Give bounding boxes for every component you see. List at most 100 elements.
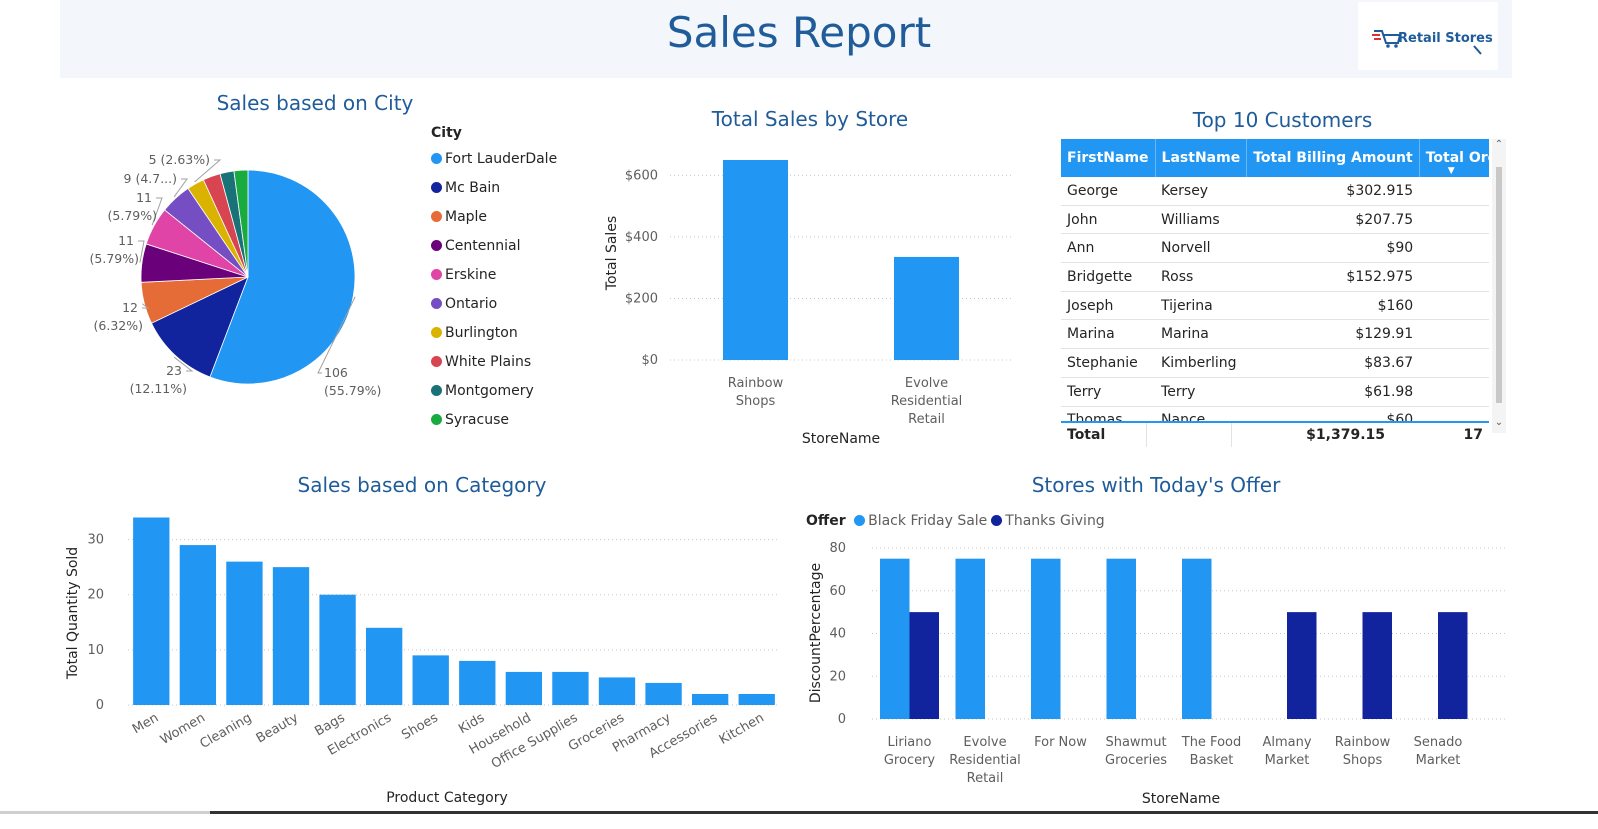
table-row[interactable]: BridgetteRoss$152.9752 [1061,262,1489,292]
legend-item-fort-lauderdale[interactable]: Fort LauderDale [431,149,557,178]
legend-item-burlington[interactable]: Burlington [431,323,557,352]
legend-item-erskine[interactable]: Erskine [431,265,557,294]
col-firstname-header[interactable]: FirstName [1061,139,1156,177]
legend-dot-icon [991,515,1003,526]
category-bar-kids[interactable] [459,660,496,705]
offer-x-tick: Groceries [1105,753,1167,768]
total-amount: $1,379.15 [1306,427,1385,443]
cell-orders: 4 [1419,177,1489,206]
table-row[interactable]: TerryTerry$61.981 [1061,377,1489,407]
scroll-down-icon[interactable]: ⌄ [1492,417,1506,428]
category-x-tick: Kitchen [717,710,767,747]
col-lastname-header[interactable]: LastName [1155,139,1248,177]
pie-data-label: 11 [136,190,152,205]
cell-billing: $207.75 [1246,205,1420,235]
table-row[interactable]: AnnNorvell$902 [1061,233,1489,264]
category-bar-women[interactable] [179,545,217,705]
category-bar-cleaning[interactable] [226,561,263,705]
offer-x-tick: Shawmut [1105,735,1166,750]
store-bar-evolve-residential-retail[interactable] [894,256,959,360]
offer-bar-senado-market-thanks-giving[interactable] [1438,612,1468,719]
cart-icon: Retail Stores [1372,30,1493,55]
offer-legend-title: Offer [806,513,846,529]
offer-bar-for-now-black-friday-sale[interactable] [1031,558,1061,719]
table-row[interactable]: GeorgeKersey$302.9154 [1061,177,1489,206]
legend-label: Burlington [445,325,518,341]
offer-bar-liriano-grocery-black-friday-sale[interactable] [880,558,910,719]
offer-bar-evolve-residential-retail-black-friday-sale[interactable] [955,558,986,719]
scroll-up-icon[interactable]: ⌃ [1492,139,1506,150]
cell-lastname: Kersey [1155,177,1247,206]
offer-legend-item-black-friday-sale[interactable]: Black Friday Sale [854,513,987,529]
legend-item-mc-bain[interactable]: Mc Bain [431,178,557,207]
cell-billing: $302.915 [1246,177,1420,206]
city-pie-chart: 106 (55.79%) 23 (12.11%) 12 (6.32%) 11 (5.79%) 1… [90,152,382,398]
category-bar-household[interactable] [505,671,543,705]
total-divider [1146,423,1147,447]
cell-firstname: Terry [1061,377,1156,407]
category-bar-accessories[interactable] [691,693,729,705]
legend-item-centennial[interactable]: Centennial [431,236,557,265]
category-bar-men[interactable] [133,517,170,705]
legend-label: Thanks Giving [1005,513,1105,529]
offer-bar-shawmut-groceries-black-friday-sale[interactable] [1106,558,1137,719]
offer-bar-liriano-grocery-thanks-giving[interactable] [909,612,940,719]
pie-data-label: (6.32%) [94,318,143,333]
category-bar-beauty[interactable] [272,567,310,705]
legend-item-white-plains[interactable]: White Plains [431,352,557,381]
offer-bar-rainbow-shops-thanks-giving[interactable] [1362,612,1393,719]
cell-firstname: Joseph [1061,291,1156,321]
category-bar-kitchen[interactable] [738,693,775,705]
category-bar-bags[interactable] [319,594,356,705]
cell-billing: $61.98 [1246,377,1420,407]
category-sales-chart: 0102030 MenWomenCleaning Beauty BagsElectr… [65,517,780,806]
store-x-tick: Evolve [905,376,948,391]
offer-legend-item-thanks-giving[interactable]: Thanks Giving [991,513,1105,529]
legend-label: White Plains [445,354,532,370]
customers-title: Top 10 Customers [1192,108,1373,132]
cell-firstname: Bridgette [1061,262,1156,292]
scrollbar-thumb[interactable] [1496,167,1502,403]
legend-item-montgomery[interactable]: Montgomery [431,381,557,410]
category-bar-electronics[interactable] [365,627,403,705]
store-y-axis-label: Total Sales [604,216,620,291]
table-row[interactable]: JosephTijerina$1601 [1061,291,1489,321]
category-bar-office-supplies[interactable] [552,671,589,705]
category-y-axis-label: Total Quantity Sold [65,547,81,680]
legend-item-syracuse[interactable]: Syracuse [431,410,557,439]
cell-orders: 1 [1419,377,1489,407]
footer-scroll-indicator[interactable] [210,811,1598,814]
col-billing-header[interactable]: Total Billing Amount [1246,139,1420,177]
store-x-tick: Retail [908,412,945,427]
category-bar-shoes[interactable] [412,655,449,705]
table-row[interactable]: MarinaMarina$129.911 [1061,319,1489,350]
cell-orders: 3 [1419,205,1489,235]
offer-x-tick: Market [1416,753,1461,768]
legend-item-maple[interactable]: Maple [431,207,557,236]
legend-dot-icon [431,414,442,425]
legend-label: Montgomery [445,383,534,399]
category-bar-pharmacy[interactable] [645,682,682,705]
legend-item-ontario[interactable]: Ontario [431,294,557,323]
category-bar-groceries[interactable] [598,677,636,705]
legend-dot-icon [431,327,442,338]
legend-dot-icon [431,153,442,164]
pie-data-label: 11 [118,233,134,248]
offer-bar-the-food-basket-black-friday-sale[interactable] [1182,558,1212,719]
table-row[interactable]: StephanieKimberling$83.671 [1061,348,1489,378]
offer-bar-almany-market-thanks-giving[interactable] [1287,612,1317,719]
table-scrollbar[interactable]: ⌃ ⌄ [1492,139,1506,433]
cell-billing: $83.67 [1246,348,1420,378]
cell-orders: 2 [1419,233,1489,264]
store-bar-rainbow-shops[interactable] [723,160,788,360]
store-x-tick: Residential [891,394,963,409]
total-orders: 17 [1463,427,1483,443]
offer-y-tick: 20 [829,669,846,684]
footer-track [0,811,210,814]
col-orders-header[interactable]: Total Orders▼ [1419,139,1489,177]
legend-dot-icon [431,211,442,222]
table-row[interactable]: JohnWilliams$207.753 [1061,205,1489,235]
offer-x-tick: Rainbow [1335,735,1391,750]
table-total-row: Total $1,379.15 17 [1061,421,1489,447]
category-y-tick: 20 [87,588,104,603]
